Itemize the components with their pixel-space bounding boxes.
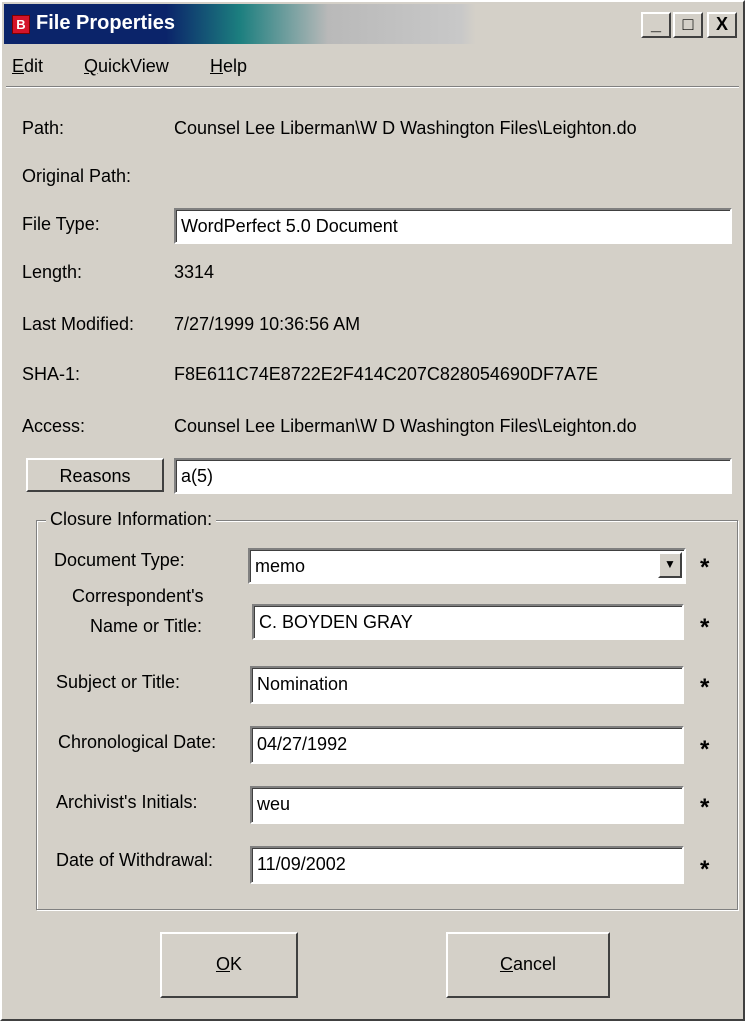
menu-bar: Edit QuickView Help [4, 44, 741, 84]
menu-edit-label: dit [24, 56, 44, 76]
last-modified-value: 7/27/1999 10:36:56 AM [174, 314, 361, 334]
menu-quickview-label: uickView [98, 56, 169, 76]
window-title: File Properties [36, 12, 175, 34]
file-type-field[interactable]: WordPerfect 5.0 Document [174, 208, 732, 244]
required-marker-archivist: * [700, 794, 710, 821]
file-properties-window: B File Properties _ □ X Edit QuickView H… [0, 0, 745, 1021]
ok-mnemonic: O [215, 954, 230, 974]
minimize-icon: _ [650, 14, 661, 34]
archivist-initials-label: Archivist's Initials: [56, 792, 198, 812]
document-type-select[interactable]: memo ▼ [248, 548, 686, 584]
menu-help-mnemonic: H [210, 56, 223, 76]
length-value: 3314 [174, 262, 215, 282]
menu-quickview[interactable]: QuickView [84, 56, 169, 77]
sha1-label: SHA-1: [22, 364, 81, 384]
document-type-label: Document Type: [54, 550, 185, 570]
cancel-mnemonic: C [499, 954, 513, 974]
chronological-date-label: Chronological Date: [58, 732, 217, 752]
maximize-icon: □ [682, 14, 694, 34]
reasons-button[interactable]: Reasons [26, 458, 164, 492]
close-button[interactable]: X [707, 12, 737, 38]
menu-help[interactable]: Help [210, 56, 247, 77]
ok-button[interactable]: OK [160, 932, 298, 998]
title-bar[interactable]: B File Properties _ □ X [4, 4, 741, 44]
ok-label: K [230, 954, 243, 974]
app-icon: B [12, 15, 30, 34]
required-marker-withdrawal: * [700, 856, 710, 883]
document-type-value: memo [255, 556, 306, 576]
minimize-button[interactable]: _ [641, 12, 671, 38]
chevron-down-icon[interactable]: ▼ [658, 552, 682, 578]
archivist-initials-field[interactable]: weu [250, 786, 684, 824]
length-label: Length: [22, 262, 83, 282]
menu-separator [6, 86, 739, 88]
sha1-value: F8E611C74E8722E2F414C207C828054690DF7A7E [174, 364, 598, 384]
correspondent-label-line1: Correspondent's [72, 586, 204, 606]
original-path-label: Original Path: [22, 166, 132, 186]
path-value: Counsel Lee Liberman\W D Washington File… [174, 118, 637, 138]
subject-label: Subject or Title: [56, 672, 181, 692]
close-icon: X [715, 14, 728, 34]
file-type-label: File Type: [22, 214, 100, 234]
correspondent-label-line2: Name or Title: [90, 616, 203, 636]
menu-help-label: elp [223, 56, 248, 76]
cancel-button[interactable]: Cancel [446, 932, 610, 998]
reasons-field[interactable]: a(5) [174, 458, 732, 494]
required-marker-chronological-date: * [700, 736, 710, 763]
maximize-button[interactable]: □ [673, 12, 703, 38]
last-modified-label: Last Modified: [22, 314, 135, 334]
required-marker-correspondent: * [700, 614, 710, 641]
subject-field[interactable]: Nomination [250, 666, 684, 704]
date-of-withdrawal-label: Date of Withdrawal: [56, 850, 214, 870]
menu-quickview-mnemonic: Q [84, 56, 99, 76]
required-marker-document-type: * [700, 554, 710, 581]
menu-edit-mnemonic: E [12, 56, 25, 76]
chronological-date-field[interactable]: 04/27/1992 [250, 726, 684, 764]
menu-edit[interactable]: Edit [12, 56, 43, 77]
date-of-withdrawal-field[interactable]: 11/09/2002 [250, 846, 684, 884]
closure-information-legend: Closure Information: [46, 509, 217, 530]
access-value: Counsel Lee Liberman\W D Washington File… [174, 416, 637, 436]
path-label: Path: [22, 118, 65, 138]
access-label: Access: [22, 416, 86, 436]
cancel-label: ancel [512, 954, 557, 974]
correspondent-field[interactable]: C. BOYDEN GRAY [252, 604, 684, 640]
required-marker-subject: * [700, 674, 710, 701]
